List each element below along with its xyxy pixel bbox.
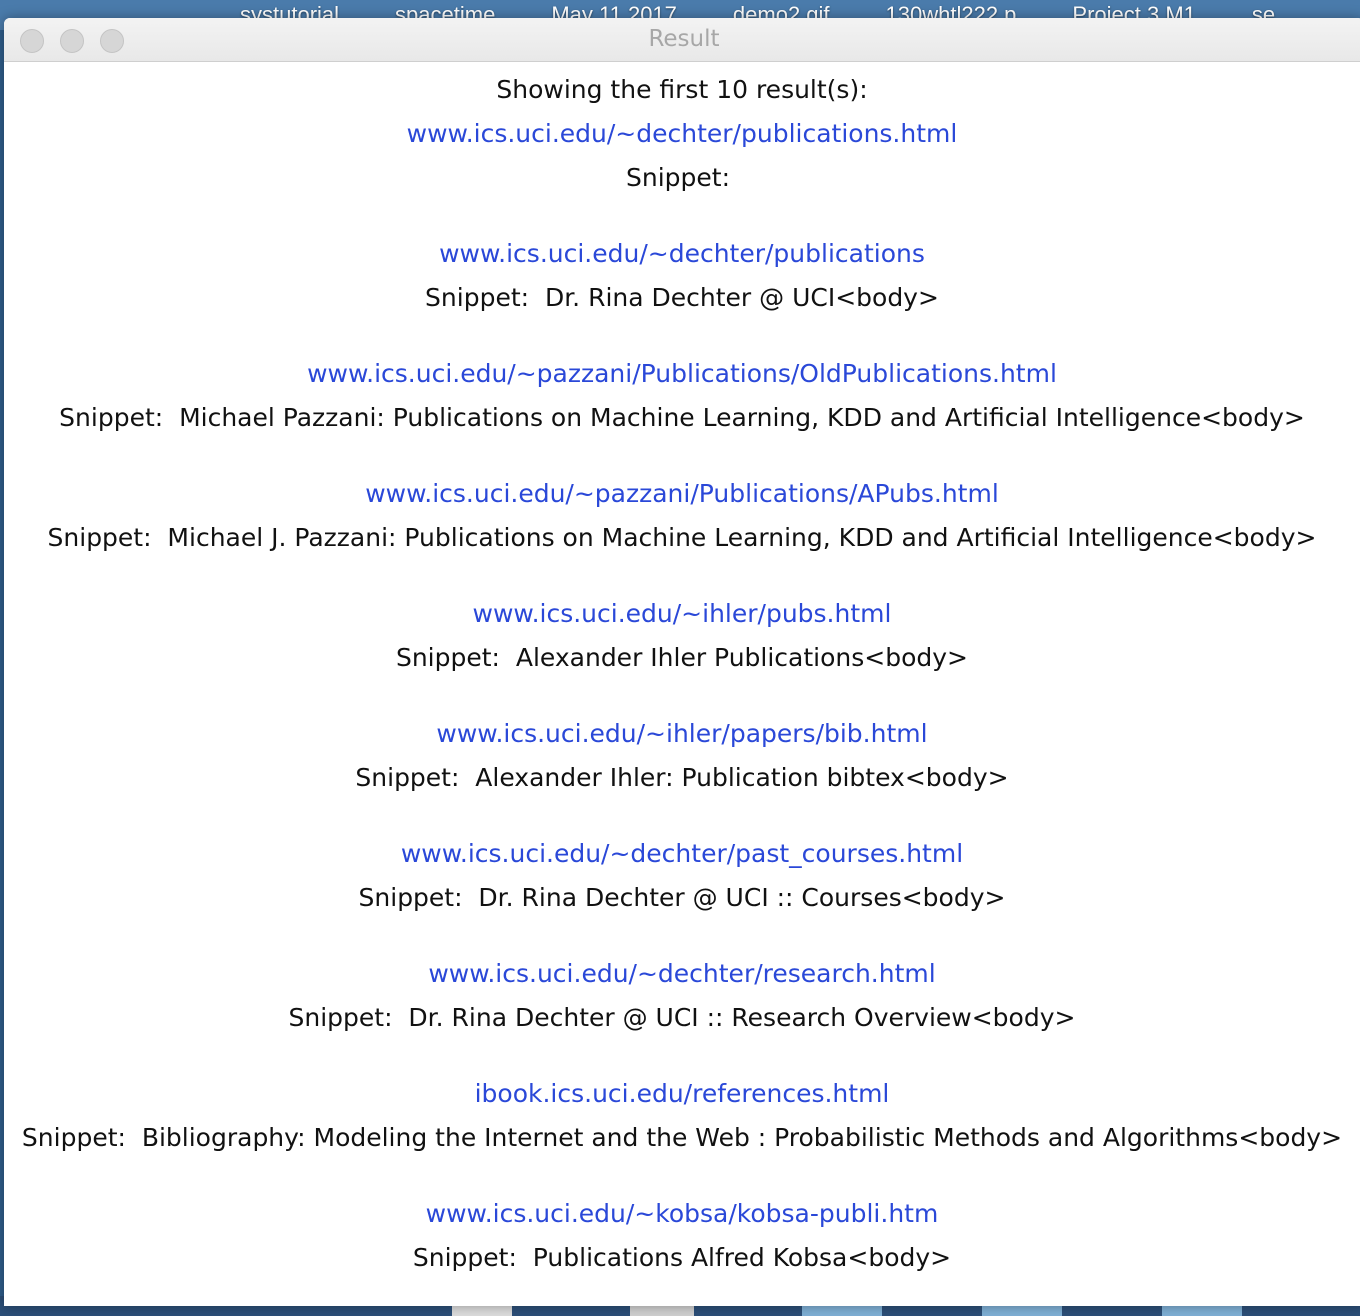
result-item: www.ics.uci.edu/~kobsa/kobsa-publi.htm S… <box>4 1192 1360 1280</box>
result-spacer <box>4 920 1360 952</box>
result-link[interactable]: www.ics.uci.edu/~pazzani/Publications/Ol… <box>4 352 1360 396</box>
result-snippet: Snippet: Dr. Rina Dechter @ UCI :: Cours… <box>358 883 1006 912</box>
result-spacer <box>4 440 1360 472</box>
window-title: Result <box>648 26 720 52</box>
result-link[interactable]: www.ics.uci.edu/~pazzani/Publications/AP… <box>4 472 1360 516</box>
result-spacer <box>4 1160 1360 1192</box>
result-spacer <box>4 680 1360 712</box>
result-spacer <box>4 200 1360 232</box>
result-spacer <box>4 560 1360 592</box>
results-header: Showing the first 10 result(s): <box>496 75 868 104</box>
result-link[interactable]: www.ics.uci.edu/~dechter/past_courses.ht… <box>4 832 1360 876</box>
result-snippet: Snippet: Alexander Ihler Publications<bo… <box>395 643 969 672</box>
result-item: www.ics.uci.edu/~ihler/papers/bib.html S… <box>4 712 1360 832</box>
result-snippet: Snippet: Publications Alfred Kobsa<body> <box>412 1243 952 1272</box>
result-snippet: Snippet: Dr. Rina Dechter @ UCI<body> <box>425 283 939 312</box>
result-window: Result Showing the first 10 result(s): w… <box>4 18 1360 1306</box>
result-spacer <box>4 800 1360 832</box>
result-item: www.ics.uci.edu/~pazzani/Publications/AP… <box>4 472 1360 592</box>
result-item: www.ics.uci.edu/~dechter/research.html S… <box>4 952 1360 1072</box>
result-snippet: Snippet: Bibliography: Modeling the Inte… <box>21 1123 1343 1152</box>
result-spacer <box>4 1040 1360 1072</box>
result-link[interactable]: www.ics.uci.edu/~ihler/pubs.html <box>4 592 1360 636</box>
result-link[interactable]: www.ics.uci.edu/~dechter/publications.ht… <box>4 112 1360 156</box>
result-snippet: Snippet: Michael Pazzani: Publications o… <box>59 403 1305 432</box>
result-link[interactable]: www.ics.uci.edu/~kobsa/kobsa-publi.htm <box>4 1192 1360 1236</box>
result-item: www.ics.uci.edu/~dechter/publications.ht… <box>4 112 1360 232</box>
result-item: www.ics.uci.edu/~ihler/pubs.html Snippet… <box>4 592 1360 712</box>
result-snippet: Snippet: Michael J. Pazzani: Publication… <box>47 523 1317 552</box>
result-item: ibook.ics.uci.edu/references.html Snippe… <box>4 1072 1360 1192</box>
window-titlebar[interactable]: Result <box>4 18 1360 62</box>
result-link[interactable]: ibook.ics.uci.edu/references.html <box>4 1072 1360 1116</box>
result-snippet: Snippet: Alexander Ihler: Publication bi… <box>355 763 1009 792</box>
result-link[interactable]: www.ics.uci.edu/~ihler/papers/bib.html <box>4 712 1360 756</box>
result-item: www.ics.uci.edu/~dechter/past_courses.ht… <box>4 832 1360 952</box>
result-spacer <box>4 320 1360 352</box>
result-link[interactable]: www.ics.uci.edu/~dechter/research.html <box>4 952 1360 996</box>
result-item: www.ics.uci.edu/~dechter/publications Sn… <box>4 232 1360 352</box>
result-snippet: Snippet: Dr. Rina Dechter @ UCI :: Resea… <box>288 1003 1076 1032</box>
result-item: www.ics.uci.edu/~pazzani/Publications/Ol… <box>4 352 1360 472</box>
results-content: Showing the first 10 result(s): www.ics.… <box>4 62 1360 1280</box>
result-snippet: Snippet: <box>626 163 738 192</box>
result-link[interactable]: www.ics.uci.edu/~dechter/publications <box>4 232 1360 276</box>
